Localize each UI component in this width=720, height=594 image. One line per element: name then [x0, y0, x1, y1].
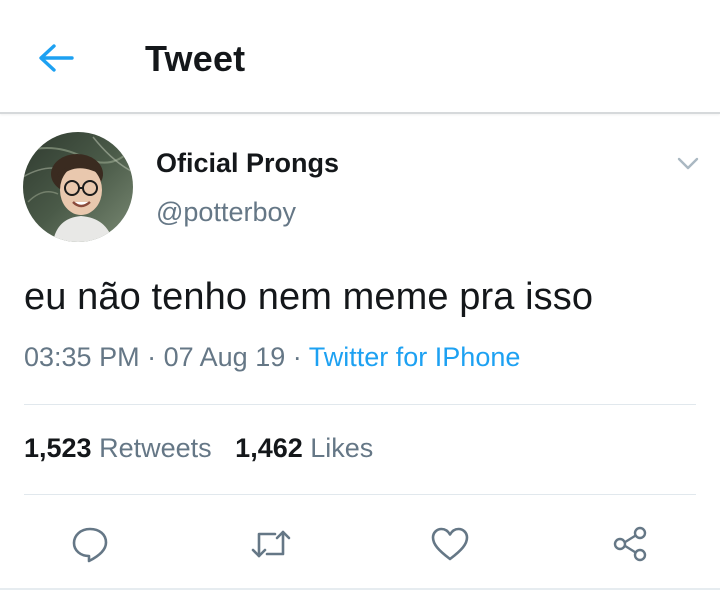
likes-label: Likes — [310, 433, 374, 463]
retweets-count: 1,523 — [24, 433, 92, 463]
top-bar: Tweet — [0, 0, 720, 114]
like-button[interactable] — [422, 516, 478, 572]
back-button[interactable] — [30, 36, 82, 80]
tweet-date: 07 Aug 19 — [163, 342, 286, 372]
retweets-label: Retweets — [99, 433, 212, 463]
reply-button[interactable] — [62, 516, 118, 572]
user-handle[interactable]: @potterboy — [156, 197, 296, 228]
retweet-button[interactable] — [243, 516, 299, 572]
tweet-stats: 1,523 Retweets 1,462 Likes — [24, 433, 373, 464]
arrow-left-icon — [39, 44, 74, 72]
tweet-source-link[interactable]: Twitter for IPhone — [309, 342, 521, 372]
chevron-down-icon — [677, 157, 699, 170]
share-nodes-icon — [613, 526, 647, 562]
tweet-options-button[interactable] — [672, 150, 704, 178]
share-button[interactable] — [602, 516, 658, 572]
tweet-time: 03:35 PM — [24, 342, 140, 372]
speech-bubble-icon — [72, 527, 108, 563]
likes-stat[interactable]: 1,462 Likes — [235, 433, 373, 463]
retweet-arrows-icon — [251, 530, 291, 558]
divider — [24, 494, 696, 495]
heart-outline-icon — [431, 527, 469, 561]
display-name[interactable]: Oficial Prongs — [156, 148, 339, 179]
meta-separator: · — [147, 342, 157, 372]
page-title: Tweet — [145, 38, 246, 79]
meta-separator: · — [292, 342, 302, 372]
likes-count: 1,462 — [235, 433, 303, 463]
bottom-divider — [0, 588, 720, 590]
retweets-stat[interactable]: 1,523 Retweets — [24, 433, 219, 463]
profile-photo — [23, 132, 133, 242]
avatar[interactable] — [23, 132, 133, 242]
tweet-meta: 03:35 PM · 07 Aug 19 · Twitter for IPhon… — [24, 342, 520, 373]
tweet-text: eu não tenho nem meme pra isso — [24, 276, 594, 318]
divider — [24, 404, 696, 405]
